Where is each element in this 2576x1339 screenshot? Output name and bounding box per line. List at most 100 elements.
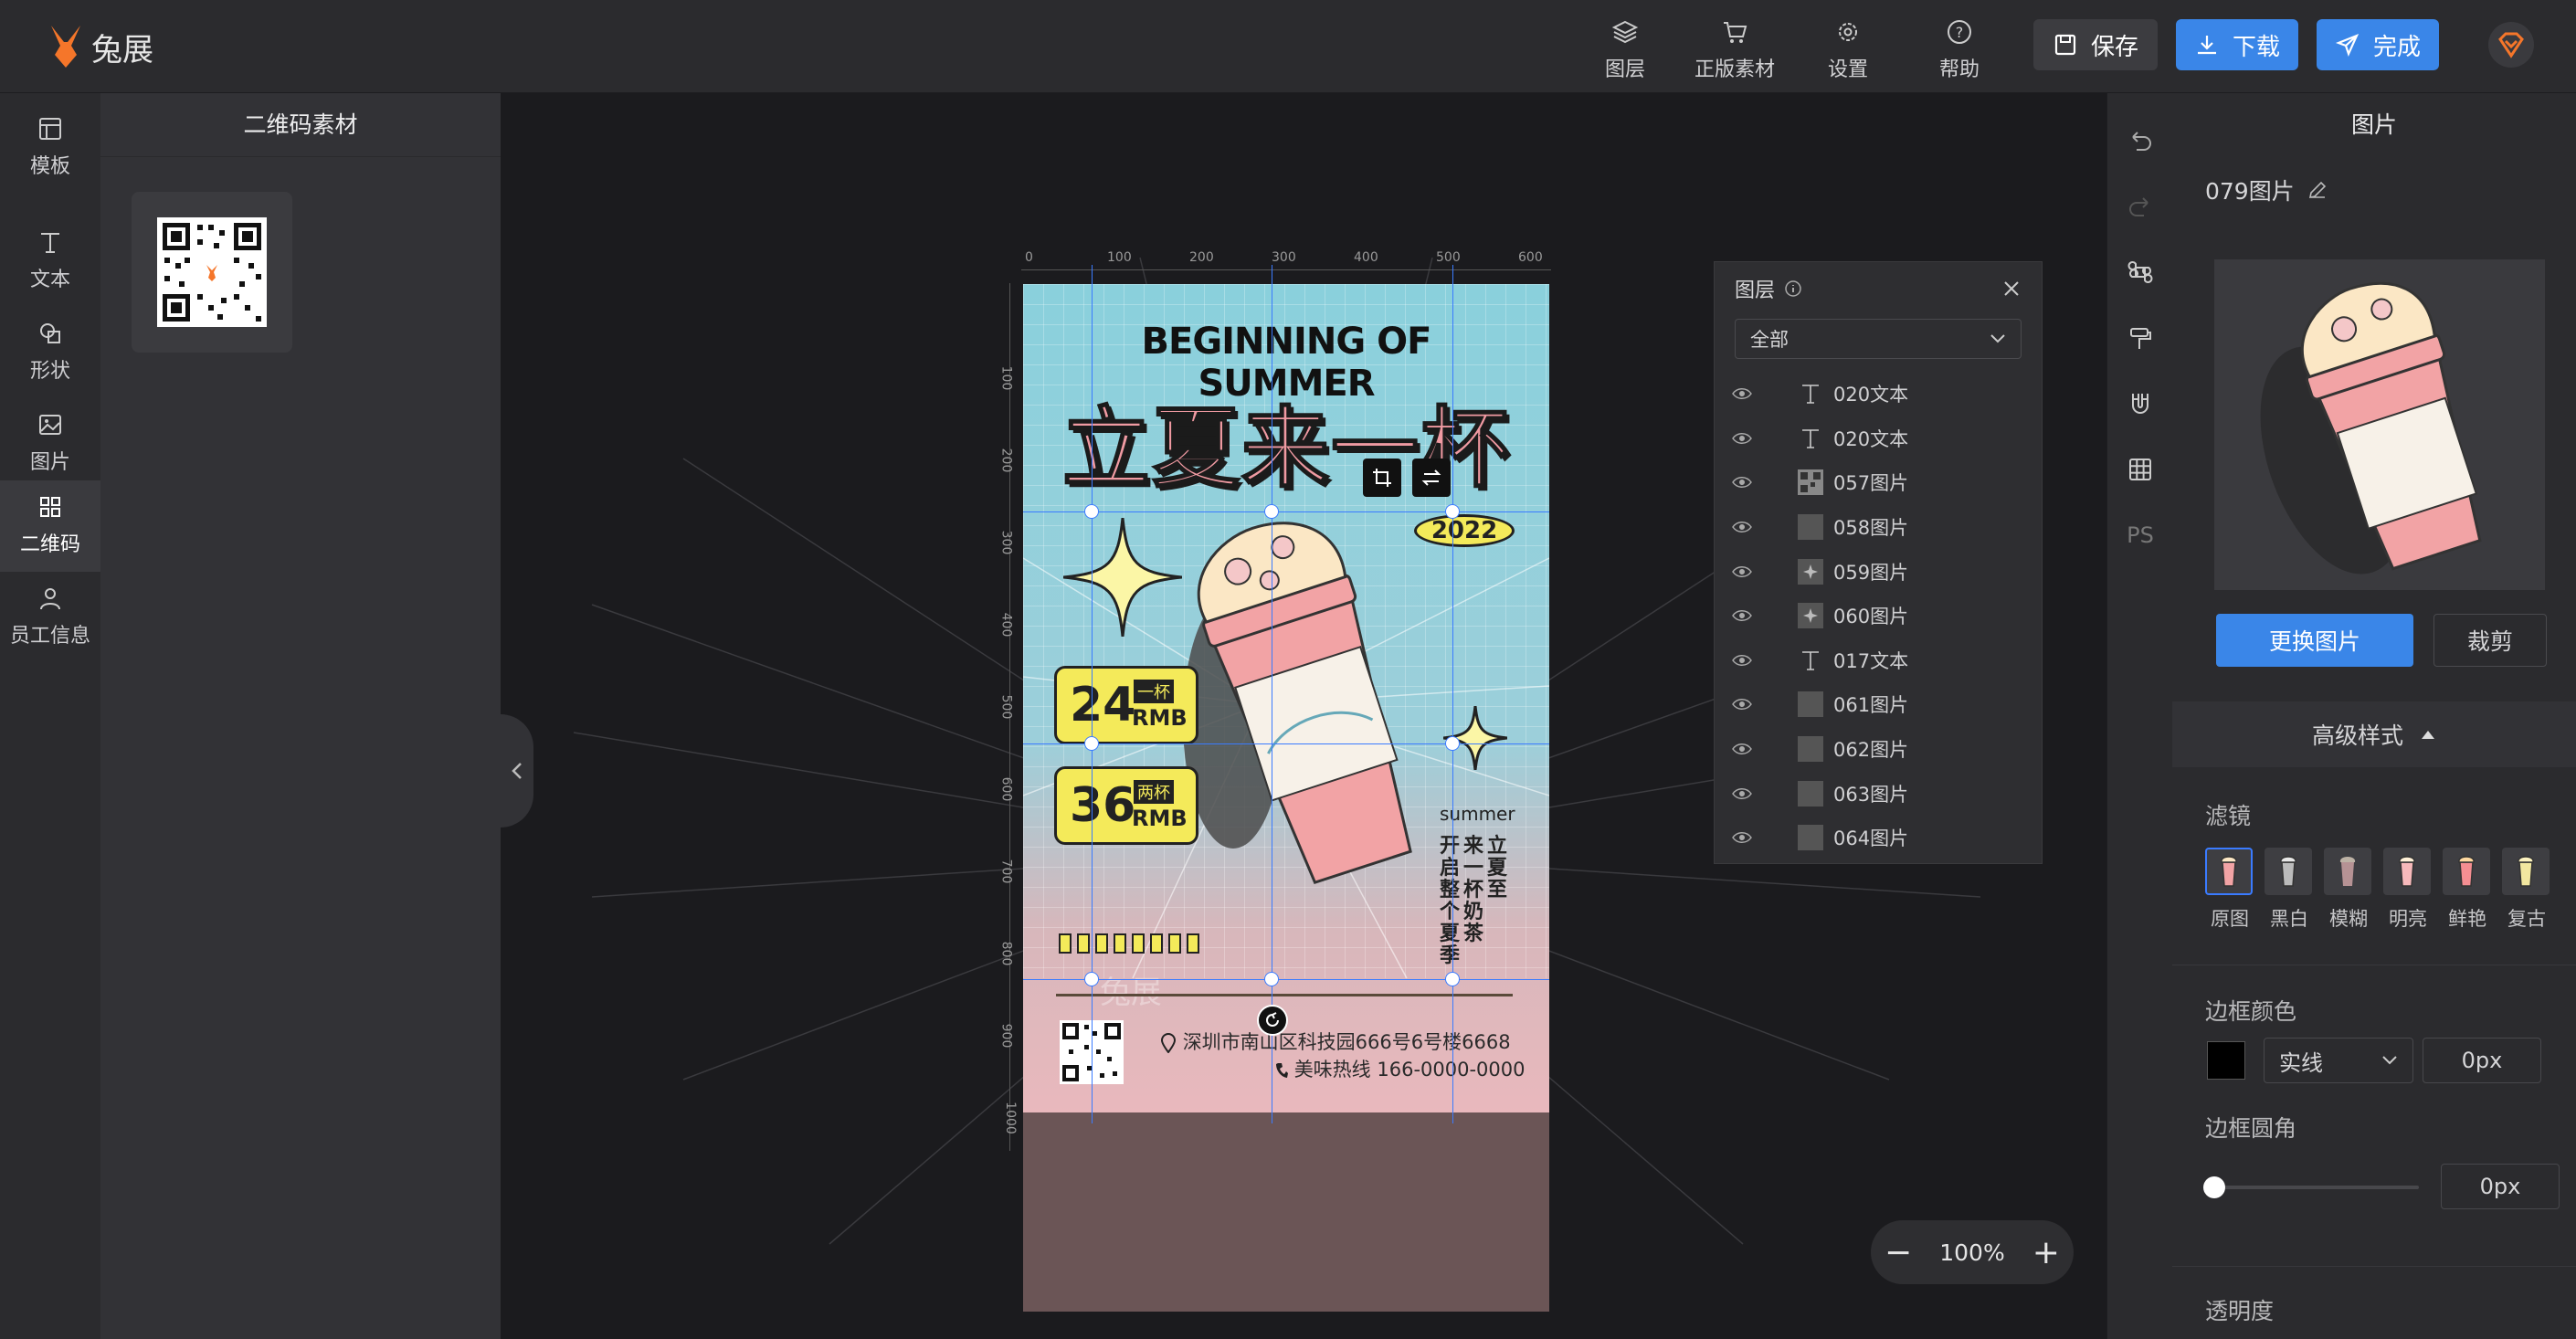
price-tag-two-cups[interactable]: 36 两杯 RMB — [1054, 766, 1198, 845]
ruler-tick: 0 — [1025, 250, 1033, 265]
swap-quick-button[interactable] — [1412, 459, 1451, 497]
ruler-top: 0 100 200 300 400 500 600 — [1021, 250, 1551, 270]
download-button[interactable]: 下载 — [2176, 19, 2298, 70]
resize-handle[interactable] — [1445, 504, 1460, 519]
grid-button[interactable] — [2107, 455, 2173, 490]
redo-button[interactable] — [2107, 192, 2173, 227]
crop-quick-button[interactable] — [1363, 459, 1401, 497]
ps-import-button[interactable]: PS — [2107, 522, 2173, 548]
download-label: 下载 — [2232, 33, 2280, 61]
poster-canvas[interactable]: BEGINNING OF SUMMER 立夏来一杯 2022 24 一杯 RMB… — [1023, 284, 1549, 1112]
layer-row[interactable]: 057图片 — [1715, 460, 2042, 505]
border-width-input[interactable]: 0px — [2423, 1038, 2541, 1083]
resize-handle[interactable] — [1084, 972, 1099, 986]
close-icon[interactable] — [2001, 279, 2022, 299]
price-tag-one-cup[interactable]: 24 一杯 RMB — [1054, 666, 1198, 744]
poster-vertical-text-2[interactable]: 来一杯奶茶 — [1463, 836, 1487, 945]
filter-vintage[interactable]: 复古 — [2502, 848, 2551, 932]
layer-row[interactable]: 017文本 — [1715, 638, 2042, 683]
resize-handle[interactable] — [1445, 972, 1460, 986]
eye-icon[interactable] — [1715, 383, 1769, 405]
eye-icon[interactable] — [1715, 516, 1769, 538]
sidebar-item-shape[interactable]: 形状 — [0, 307, 100, 398]
format-painter-button[interactable] — [2107, 323, 2173, 358]
layer-row[interactable]: 059图片 — [1715, 549, 2042, 594]
filter-original[interactable]: 原图 — [2205, 848, 2254, 932]
sidebar-item-image[interactable]: 图片 — [0, 398, 100, 490]
border-style-select[interactable]: 实线 — [2264, 1038, 2413, 1083]
resize-handle[interactable] — [1084, 736, 1099, 751]
filter-grayscale[interactable]: 黑白 — [2265, 848, 2314, 932]
layer-row[interactable]: 064图片 — [1715, 816, 2042, 860]
help-tool-button[interactable]: ? 帮助 — [1909, 18, 2010, 82]
filter-label-text: 明亮 — [2389, 908, 2427, 930]
app-logo[interactable]: 兔展 — [46, 22, 153, 71]
filter-blur[interactable]: 模糊 — [2324, 848, 2373, 932]
border-radius-slider[interactable] — [2212, 1186, 2419, 1189]
layer-row[interactable]: 061图片 — [1715, 682, 2042, 727]
poster-address[interactable]: 深圳市南山区科技园666号6号楼6668 — [1160, 1028, 1526, 1055]
eye-icon[interactable] — [1715, 605, 1769, 627]
save-button[interactable]: 保存 — [2033, 19, 2158, 70]
layer-name: 062图片 — [1833, 739, 1909, 762]
collapse-panel-button[interactable] — [501, 714, 533, 828]
eye-icon[interactable] — [1715, 783, 1769, 805]
undo-button[interactable] — [2107, 126, 2173, 161]
layer-row[interactable]: 060图片 — [1715, 594, 2042, 638]
border-radius-slider-thumb[interactable] — [2203, 1176, 2225, 1198]
layer-row[interactable]: 062图片 — [1715, 727, 2042, 772]
info-icon[interactable] — [1784, 279, 1802, 298]
layer-row[interactable]: 020文本 — [1715, 372, 2042, 416]
poster-phone[interactable]: 美味热线 166-0000-0000 — [1275, 1055, 1526, 1082]
assets-tool-button[interactable]: 正版素材 — [1684, 18, 1785, 82]
sidebar-item-text[interactable]: 文本 — [0, 216, 100, 307]
sidebar-item-template[interactable]: 模板 — [0, 102, 100, 194]
zoom-in-button[interactable]: + — [2032, 1234, 2060, 1271]
filter-bright[interactable]: 明亮 — [2383, 848, 2433, 932]
magnet-snap-button[interactable] — [2107, 389, 2173, 424]
properties-title: 图片 — [2350, 111, 2397, 138]
sidebar-item-staff[interactable]: 员工信息 — [0, 572, 100, 663]
eye-icon[interactable] — [1715, 649, 1769, 671]
user-avatar[interactable] — [2488, 22, 2534, 68]
qrcode-asset-item[interactable] — [132, 192, 292, 353]
border-color-swatch[interactable] — [2207, 1041, 2245, 1080]
resize-handle[interactable] — [1445, 736, 1460, 751]
ruler-left: 100 200 300 400 500 600 700 800 900 1000 — [992, 283, 1018, 1151]
settings-tool-button[interactable]: 设置 — [1798, 18, 1898, 82]
resize-handle[interactable] — [1264, 504, 1279, 519]
poster-summer-text[interactable]: summer — [1440, 803, 1515, 825]
sidebar-item-qrcode[interactable]: 二维码 — [0, 480, 100, 572]
layers-tool-label: 图层 — [1604, 58, 1645, 81]
eye-icon[interactable] — [1715, 427, 1769, 449]
edit-pencil-icon[interactable] — [2307, 180, 2328, 200]
poster-vertical-text-1[interactable]: 开启整个夏季 — [1440, 836, 1463, 967]
border-radius-input[interactable]: 0px — [2441, 1164, 2560, 1209]
filter-vivid[interactable]: 鲜艳 — [2443, 848, 2492, 932]
layer-row[interactable]: 063图片 — [1715, 771, 2042, 816]
rotate-handle[interactable] — [1257, 1005, 1288, 1036]
crop-button[interactable]: 裁剪 — [2433, 614, 2547, 667]
layers-tool-button[interactable]: 图层 — [1575, 18, 1675, 82]
layer-row[interactable]: 020文本 — [1715, 416, 2042, 461]
resize-handle[interactable] — [1084, 504, 1099, 519]
resize-handle[interactable] — [1264, 972, 1279, 986]
eye-icon[interactable] — [1715, 738, 1769, 760]
qrcode-asset-panel: 二维码素材 — [100, 93, 501, 1339]
eye-icon[interactable] — [1715, 827, 1769, 849]
milk-tea-cup-image[interactable] — [1169, 483, 1443, 903]
advanced-style-toggle[interactable]: 高级样式 — [2172, 701, 2576, 767]
poster-divider-line — [1056, 994, 1513, 996]
zoom-out-button[interactable]: − — [1884, 1234, 1912, 1271]
redo-icon — [2129, 197, 2148, 216]
replace-image-button[interactable]: 更换图片 — [2216, 614, 2413, 667]
poster-vertical-text-3[interactable]: 立夏至 — [1487, 836, 1511, 901]
layers-filter-select[interactable]: 全部 — [1735, 319, 2022, 359]
eye-icon[interactable] — [1715, 471, 1769, 493]
eye-icon[interactable] — [1715, 561, 1769, 583]
eye-icon[interactable] — [1715, 693, 1769, 715]
shortcut-button[interactable] — [2107, 258, 2173, 292]
panel-title: 二维码素材 — [100, 93, 501, 157]
layer-row[interactable]: 058图片 — [1715, 505, 2042, 550]
finish-button[interactable]: 完成 — [2317, 19, 2439, 70]
